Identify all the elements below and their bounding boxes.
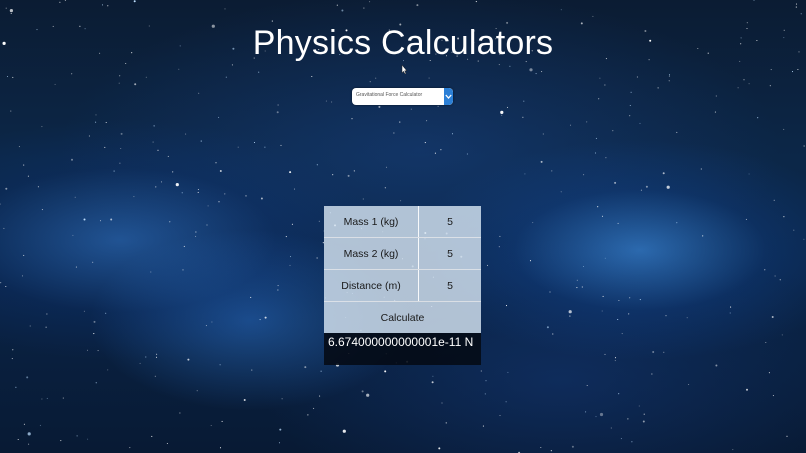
calculate-button[interactable]: Calculate	[324, 302, 481, 333]
distance-label: Distance (m)	[324, 270, 419, 301]
mass2-input[interactable]: 5	[419, 238, 481, 269]
mass2-row: Mass 2 (kg) 5	[324, 238, 481, 270]
distance-input[interactable]: 5	[419, 270, 481, 301]
chevron-down-icon	[445, 94, 452, 99]
mass1-label: Mass 1 (kg)	[324, 206, 419, 237]
mass1-row: Mass 1 (kg) 5	[324, 206, 481, 238]
calculator-select-value: Gravitational Force Calculator	[356, 92, 423, 98]
page-title: Physics Calculators	[252, 24, 554, 62]
distance-row: Distance (m) 5	[324, 270, 481, 302]
calculator-panel: Mass 1 (kg) 5 Mass 2 (kg) 5 Distance (m)…	[324, 206, 481, 365]
mass1-input[interactable]: 5	[419, 206, 481, 237]
select-arrow-button[interactable]	[444, 88, 453, 105]
calculator-select[interactable]: Gravitational Force Calculator	[352, 88, 453, 105]
result-output: 6.674000000000001e-11 N	[324, 333, 481, 365]
mass2-label: Mass 2 (kg)	[324, 238, 419, 269]
mouse-pointer-icon	[401, 65, 407, 74]
